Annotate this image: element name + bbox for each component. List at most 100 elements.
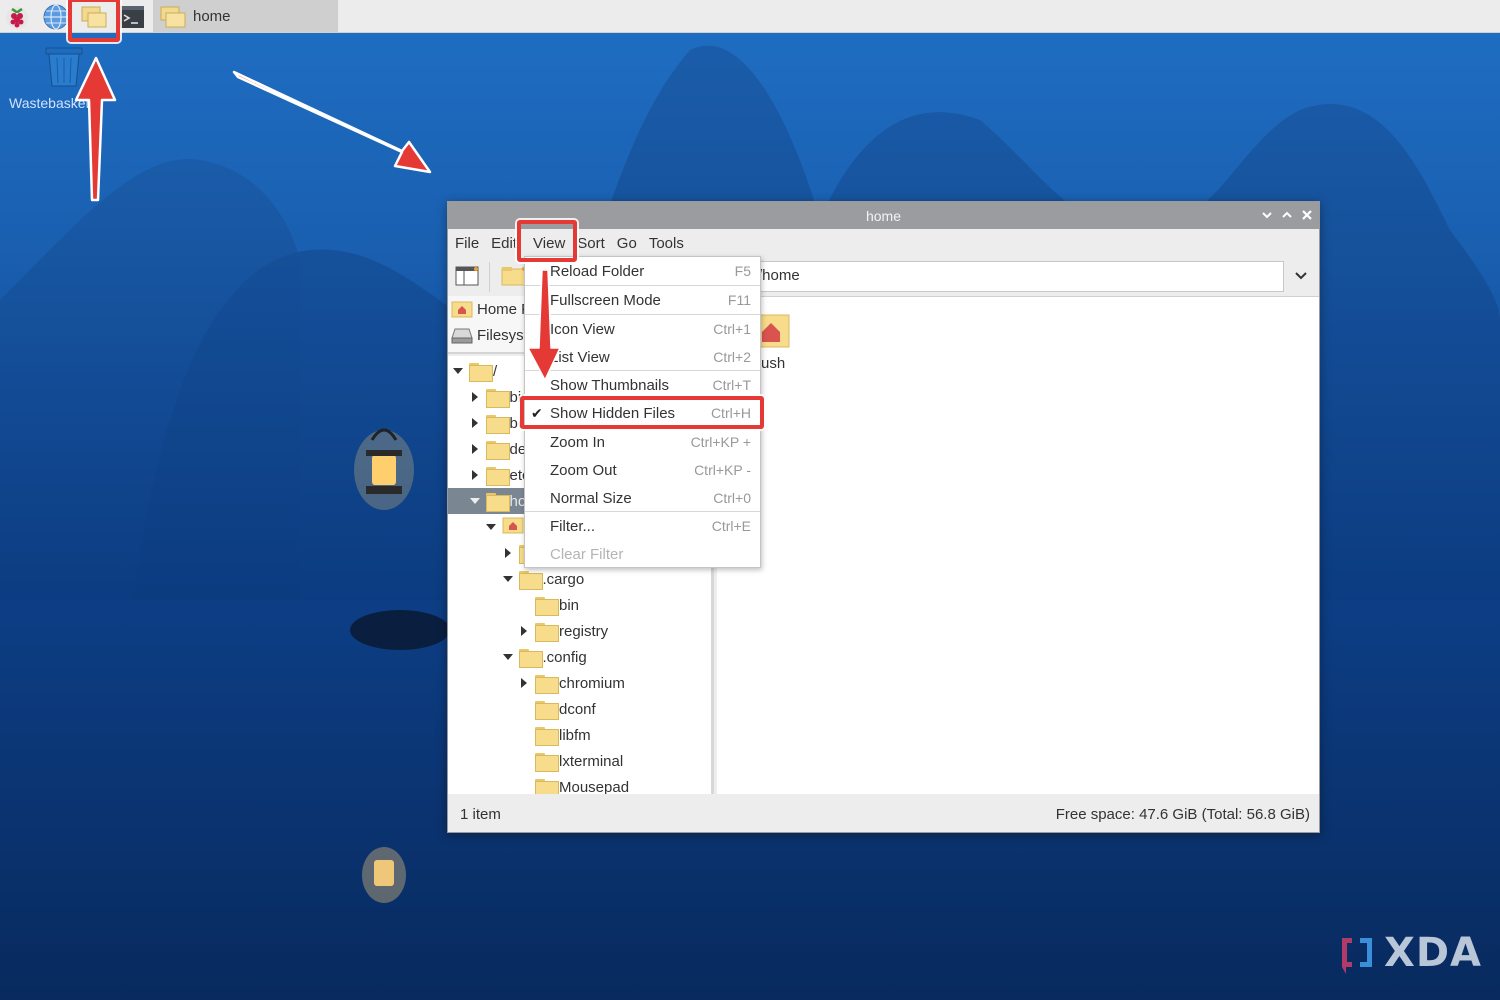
tree-item-label: bin (559, 596, 580, 614)
folder-icon (469, 362, 493, 382)
xda-logo-icon (1342, 938, 1372, 974)
tree-item[interactable]: lxterminal (448, 748, 711, 774)
folder-icon (485, 440, 510, 460)
terminal-icon[interactable] (118, 3, 146, 31)
tree-item-label: libfm (559, 726, 591, 744)
tree-item-label: lxterminal (559, 752, 624, 770)
menubar: File Edit View Sort Go Tools (448, 229, 1319, 257)
tree-item[interactable]: bin (448, 592, 711, 618)
expander-expanded-icon[interactable] (502, 652, 513, 662)
web-browser-icon[interactable] (42, 3, 70, 31)
chevron-down-icon (1262, 212, 1272, 219)
tree-item[interactable]: .config (448, 644, 711, 670)
expander-collapsed-icon[interactable] (519, 626, 529, 636)
menu-item-label: Fullscreen Mode (550, 291, 661, 309)
close-icon (1302, 210, 1312, 220)
menu-item-filter[interactable]: Filter... Ctrl+E (525, 512, 760, 540)
folder-icon (535, 726, 559, 746)
menu-item-list-view[interactable]: List View Ctrl+2 (525, 343, 760, 371)
window-titlebar[interactable]: home (448, 202, 1319, 229)
folder-icon (535, 674, 559, 694)
folder-icon (535, 752, 559, 772)
tree-item-label: registry (559, 622, 609, 640)
tree-item[interactable]: .cargo (448, 566, 711, 592)
expander-collapsed-icon[interactable] (470, 444, 480, 454)
folder-icon (518, 570, 543, 590)
menu-item-shortcut: Ctrl+KP + (690, 434, 751, 450)
menu-item-shortcut: Ctrl+E (711, 518, 751, 534)
chevron-up-icon (1282, 211, 1292, 218)
tree-item-label: .config (542, 648, 587, 666)
menu-item-shortcut: Ctrl+T (712, 377, 752, 393)
menu-item-label: Zoom Out (550, 461, 617, 479)
folder-icon (535, 700, 559, 720)
path-input[interactable]: /home (753, 261, 1284, 292)
tree-item[interactable]: dconf (448, 696, 711, 722)
expander-expanded-icon[interactable] (486, 522, 496, 532)
folder-icon (485, 466, 510, 486)
folder-icon (535, 622, 559, 642)
xda-text: XDA (1384, 930, 1482, 976)
expander-placeholder (519, 782, 529, 792)
expander-expanded-icon[interactable] (469, 496, 480, 506)
menu-item-label: Show Thumbnails (550, 376, 669, 394)
menu-item-show-thumbnails[interactable]: Show Thumbnails Ctrl+T (525, 371, 760, 399)
menu-item-zoom-out[interactable]: Zoom Out Ctrl+KP - (525, 456, 760, 484)
menu-item-fullscreen-mode[interactable]: Fullscreen Mode F11 (525, 286, 760, 314)
new-window-button[interactable] (455, 266, 479, 291)
expander-placeholder (519, 704, 529, 714)
folder-icon (485, 388, 510, 408)
folder-icon (485, 414, 510, 434)
desktop-icon-wastebasket[interactable]: Wastebasket (5, 46, 95, 111)
chevron-down-icon (1295, 272, 1307, 280)
expander-expanded-icon[interactable] (453, 366, 463, 376)
taskbar-task-label: home (193, 8, 231, 25)
expander-expanded-icon[interactable] (502, 574, 513, 584)
tree-item-label: dconf (559, 700, 596, 718)
expander-placeholder (519, 730, 529, 740)
tree-item-label: / (493, 362, 498, 380)
taskbar-task-home[interactable]: home (153, 0, 338, 33)
menu-item-normal-size[interactable]: Normal Size Ctrl+0 (525, 484, 760, 512)
tree-item-label: Mousepad (559, 778, 630, 795)
expander-collapsed-icon[interactable] (519, 678, 529, 688)
desktop-icon-label: Wastebasket (9, 95, 90, 111)
menu-sort[interactable]: Sort (577, 235, 611, 252)
new-window-icon (455, 266, 479, 286)
menu-go[interactable]: Go (617, 235, 643, 252)
tree-item[interactable]: Mousepad (448, 774, 711, 795)
minimize-button[interactable] (1261, 207, 1273, 223)
expander-collapsed-icon[interactable] (470, 470, 480, 480)
file-view: ush (717, 296, 1319, 794)
toolbar-separator (489, 262, 490, 292)
folder-icon (535, 596, 559, 616)
expander-collapsed-icon[interactable] (470, 418, 480, 428)
menu-item-icon-view[interactable]: Icon View Ctrl+1 (525, 315, 760, 343)
tree-item[interactable]: chromium (448, 670, 711, 696)
menu-item-zoom-in[interactable]: Zoom In Ctrl+KP + (525, 428, 760, 456)
maximize-button[interactable] (1281, 207, 1293, 223)
raspberry-pi-menu-icon[interactable] (3, 3, 31, 31)
status-item-count: 1 item (460, 805, 501, 823)
close-button[interactable] (1301, 207, 1313, 223)
path-history-dropdown[interactable] (1291, 266, 1311, 286)
expander-collapsed-icon[interactable] (470, 392, 480, 402)
menu-item-clear-filter: Clear Filter (525, 540, 760, 568)
arrow-to-window (232, 70, 432, 174)
annotation-highlight-file-manager (68, 0, 120, 42)
menu-tools[interactable]: Tools (649, 235, 690, 252)
menu-item-shortcut: Ctrl+2 (713, 349, 751, 365)
tree-item[interactable]: libfm (448, 722, 711, 748)
folder-icon (535, 778, 559, 794)
menu-item-shortcut: Ctrl+0 (713, 490, 751, 506)
tree-item[interactable]: registry (448, 618, 711, 644)
menu-file[interactable]: File (455, 235, 485, 252)
home-folder-icon (451, 301, 473, 318)
expander-placeholder (519, 600, 529, 610)
menu-item-label: Filter... (550, 517, 596, 535)
expander-collapsed-icon[interactable] (503, 548, 513, 558)
window-title: home (865, 207, 902, 224)
taskbar: home (0, 0, 1500, 33)
expander-placeholder (519, 756, 529, 766)
tree-item-label: chromium (559, 674, 625, 692)
